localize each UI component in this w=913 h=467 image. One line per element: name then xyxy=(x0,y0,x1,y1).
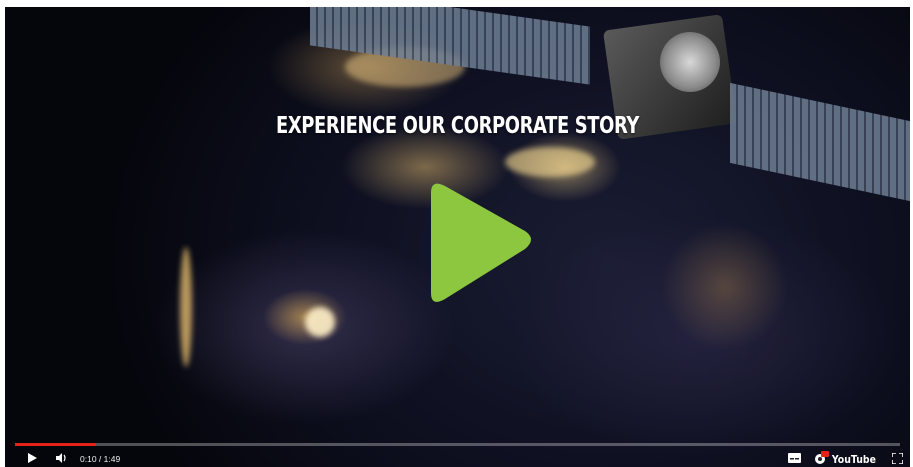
night-lights-region xyxy=(180,247,192,367)
play-video-button[interactable] xyxy=(421,179,537,307)
progress-fill xyxy=(15,443,97,446)
volume-button[interactable] xyxy=(55,451,69,465)
subtitles-button[interactable] xyxy=(786,451,802,465)
satellite-image xyxy=(300,7,910,202)
progress-bar[interactable] xyxy=(15,443,900,446)
play-triangle-icon xyxy=(431,183,531,302)
solar-panel-right xyxy=(730,82,910,202)
youtube-logo[interactable]: YouTube xyxy=(832,453,876,466)
video-player[interactable]: EXPERIENCE OUR CORPORATE STORY 0:10 / 1:… xyxy=(5,7,910,467)
time-display: 0:10 / 1:49 xyxy=(80,454,121,464)
play-button[interactable] xyxy=(25,451,39,465)
satellite-dish xyxy=(660,32,720,92)
fullscreen-button[interactable] xyxy=(890,451,904,465)
play-icon xyxy=(28,453,37,463)
night-lights-region xyxy=(305,307,335,337)
player-controls: 0:10 / 1:49 YouTube xyxy=(5,443,910,467)
subtitles-icon xyxy=(787,453,801,463)
fullscreen-icon xyxy=(891,452,903,464)
volume-icon xyxy=(56,453,66,463)
solar-panel-left xyxy=(310,7,590,85)
settings-button[interactable] xyxy=(812,451,830,465)
video-headline: EXPERIENCE OUR CORPORATE STORY xyxy=(275,113,639,139)
settings-hd-icon xyxy=(815,451,829,464)
